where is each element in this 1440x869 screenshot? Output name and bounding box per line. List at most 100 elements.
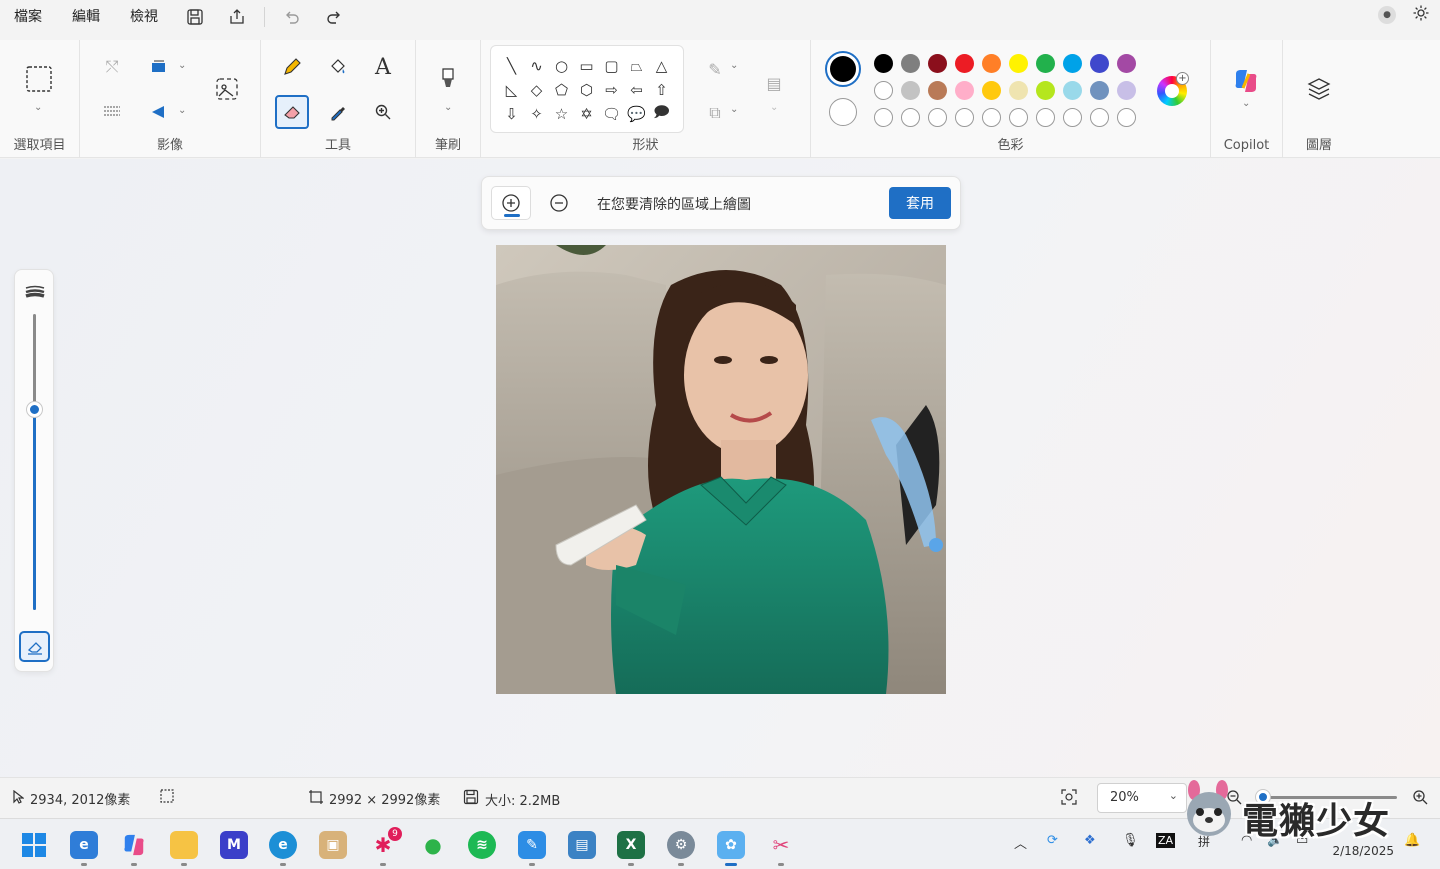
right-triangle-shape-icon[interactable]: ◺	[499, 78, 524, 102]
custom-color-slot[interactable]	[1036, 108, 1055, 127]
background-remove-icon[interactable]	[95, 95, 129, 129]
canvas-image[interactable]	[496, 245, 946, 694]
eraser-mode-button[interactable]	[19, 631, 50, 662]
oval-shape-icon[interactable]: ○	[549, 54, 574, 78]
slider-track[interactable]	[33, 314, 36, 610]
custom-color-slot[interactable]	[1090, 108, 1109, 127]
paint-app-icon[interactable]: ✿	[717, 831, 745, 859]
rounded-rectangle-shape-icon[interactable]: ▢	[599, 54, 624, 78]
custom-color-slot[interactable]	[955, 108, 974, 127]
chevron-down-icon[interactable]: ⌄	[730, 60, 738, 71]
notification-bell-icon[interactable]: 🔔	[1404, 833, 1420, 848]
eraser-icon[interactable]	[275, 95, 309, 129]
menu-view[interactable]: 檢視	[116, 0, 174, 34]
cloud-callout-shape-icon[interactable]: 🗩	[649, 102, 674, 126]
color-swatch[interactable]	[955, 54, 974, 73]
up-arrow-shape-icon[interactable]: ⇧	[649, 78, 674, 102]
rectangle-select-icon[interactable]	[22, 62, 56, 96]
clock-date[interactable]: 2/18/2025	[1332, 844, 1394, 858]
color-swatch[interactable]	[901, 54, 920, 73]
layers-icon[interactable]	[1302, 72, 1336, 106]
triangle-shape-icon[interactable]: △	[649, 54, 674, 78]
color-picker-icon[interactable]	[321, 95, 355, 129]
right-arrow-shape-icon[interactable]: ⇨	[599, 78, 624, 102]
color-swatch[interactable]	[1090, 81, 1109, 100]
fill-bucket-icon[interactable]	[321, 50, 355, 84]
dropbox-icon[interactable]: ❖	[1084, 833, 1096, 848]
custom-color-slot[interactable]	[901, 108, 920, 127]
color-swatch[interactable]	[1063, 81, 1082, 100]
edge-dev-icon[interactable]: e	[70, 831, 98, 859]
remove-area-button[interactable]	[539, 186, 579, 220]
share-icon[interactable]	[222, 2, 252, 32]
secondary-color-swatch[interactable]	[829, 98, 857, 126]
ime-icon[interactable]: ZA	[1156, 833, 1176, 848]
color-swatch[interactable]	[982, 81, 1001, 100]
diamond-shape-icon[interactable]: ◇	[524, 78, 549, 102]
zoom-in-icon[interactable]	[1412, 789, 1428, 805]
microphone-icon[interactable]: 🎙	[1122, 833, 1139, 848]
color-swatch[interactable]	[982, 54, 1001, 73]
custom-color-slot[interactable]	[1117, 108, 1136, 127]
chevron-up-icon[interactable]: ︿	[1014, 833, 1027, 852]
custom-color-slot[interactable]	[982, 108, 1001, 127]
chevron-down-icon[interactable]: ⌄	[770, 102, 778, 113]
excel-icon[interactable]: X	[617, 831, 645, 859]
settings-app-icon[interactable]: ⚙	[667, 831, 695, 859]
file-explorer-icon[interactable]	[170, 831, 198, 859]
color-swatch[interactable]	[928, 81, 947, 100]
oval-callout-shape-icon[interactable]: 💬	[624, 102, 649, 126]
fit-to-window-icon[interactable]	[1061, 789, 1077, 805]
color-swatch[interactable]	[928, 54, 947, 73]
custom-color-slot[interactable]	[1009, 108, 1028, 127]
chevron-down-icon[interactable]: ⌄	[1242, 98, 1250, 109]
fill-icon[interactable]: ⧉	[698, 96, 732, 130]
settings-gear-icon[interactable]	[1412, 4, 1430, 26]
custom-color-slot[interactable]	[874, 108, 893, 127]
start-windows-icon[interactable]	[20, 831, 48, 859]
chevron-down-icon[interactable]: ⌄	[178, 60, 186, 71]
add-area-button[interactable]	[491, 186, 531, 220]
copilot-app-icon[interactable]	[120, 831, 148, 859]
slider-thumb[interactable]	[27, 401, 42, 417]
rectangle-shape-icon[interactable]: ▭	[574, 54, 599, 78]
color-swatch[interactable]	[1009, 54, 1028, 73]
chevron-down-icon[interactable]: ⌄	[178, 105, 186, 116]
resize-icon[interactable]	[142, 50, 176, 84]
chevron-down-icon[interactable]: ⌄	[730, 104, 738, 115]
snipping-tool-icon[interactable]: ✂	[767, 831, 795, 859]
color-swatch[interactable]	[1036, 54, 1055, 73]
markdown-app-icon[interactable]: M	[220, 831, 248, 859]
sync-icon[interactable]: ⟳	[1047, 833, 1058, 848]
color-swatch[interactable]	[1117, 54, 1136, 73]
chevron-down-icon[interactable]: ⌄	[444, 102, 452, 113]
color-swatch[interactable]	[901, 81, 920, 100]
hexagon-shape-icon[interactable]: ⬡	[574, 78, 599, 102]
color-swatch[interactable]	[874, 54, 893, 73]
copilot-icon[interactable]	[1229, 64, 1263, 98]
add-color-icon[interactable]: +	[1176, 72, 1189, 85]
magnifier-icon[interactable]	[366, 95, 400, 129]
custom-color-slot[interactable]	[874, 81, 893, 100]
color-swatch[interactable]	[1090, 54, 1109, 73]
pen-app-icon[interactable]: ✎	[518, 831, 546, 859]
account-avatar[interactable]: ●	[1378, 6, 1396, 24]
color-swatch[interactable]	[1036, 81, 1055, 100]
four-point-star-shape-icon[interactable]: ✧	[524, 102, 549, 126]
pentagon-shape-icon[interactable]: ⬠	[549, 78, 574, 102]
line-shape-icon[interactable]: ╲	[499, 54, 524, 78]
chevron-down-icon[interactable]: ⌄	[34, 102, 42, 113]
brush-icon[interactable]	[431, 62, 465, 96]
menu-edit[interactable]: 編輯	[58, 0, 116, 34]
outline-icon[interactable]: ✎	[698, 52, 732, 86]
text-tool-icon[interactable]: A	[366, 50, 400, 84]
color-swatch[interactable]	[1063, 54, 1082, 73]
six-point-star-shape-icon[interactable]: ✡	[574, 102, 599, 126]
image-creator-icon[interactable]	[210, 72, 244, 106]
pencil-icon[interactable]	[275, 50, 309, 84]
undo-icon[interactable]	[277, 2, 307, 32]
photos-app-icon[interactable]: ▤	[568, 831, 596, 859]
spotify-icon[interactable]: ≋	[468, 831, 496, 859]
crop-icon[interactable]: ⤲	[95, 50, 129, 84]
shape-size-icon[interactable]: ▤	[757, 66, 791, 100]
